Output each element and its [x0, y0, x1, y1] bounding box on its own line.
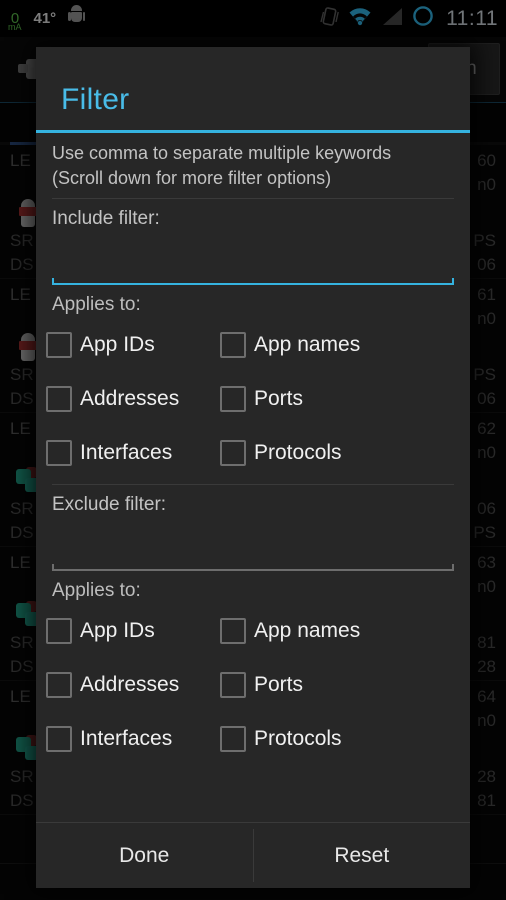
checkbox-label: App IDs [80, 619, 155, 642]
hint-line-2: (Scroll down for more filter options) [52, 168, 332, 188]
checkbox-label: Ports [254, 673, 304, 696]
checkbox-box[interactable] [46, 672, 72, 698]
hint-line-1: Use comma to separate multiple keywords [52, 143, 392, 163]
done-button[interactable]: Done [36, 823, 253, 888]
checkbox-box[interactable] [220, 386, 246, 412]
reset-button[interactable]: Reset [254, 823, 471, 888]
include-checkbox-addresses[interactable]: Addresses [46, 386, 220, 412]
filter-dialog: Filter Use comma to separate multiple ke… [36, 47, 470, 888]
exclude-applies-to-label: Applies to: [52, 580, 141, 601]
checkbox-box[interactable] [220, 440, 246, 466]
include-checkbox-ports[interactable]: Ports [220, 386, 303, 412]
checkbox-box[interactable] [220, 332, 246, 358]
exclude-filter-label: Exclude filter: [52, 494, 167, 515]
checkbox-label: Addresses [80, 673, 180, 696]
exclude-filter-underline [52, 564, 454, 574]
checkbox-row: Addresses Ports [46, 372, 460, 426]
checkbox-box[interactable] [46, 440, 72, 466]
checkbox-box[interactable] [220, 672, 246, 698]
dialog-title-bar: Filter [36, 47, 470, 130]
include-filter-input[interactable] [52, 230, 454, 282]
dialog-footer: Done Reset [36, 822, 470, 888]
checkbox-row: App IDs App names [46, 604, 460, 658]
checkbox-box[interactable] [46, 332, 72, 358]
exclude-checkbox-interfaces[interactable]: Interfaces [46, 726, 220, 752]
page-title: Filter [61, 83, 130, 116]
checkbox-label: Protocols [254, 441, 342, 464]
checkbox-label: App IDs [80, 333, 155, 356]
checkbox-label: App names [254, 619, 361, 642]
checkbox-box[interactable] [220, 618, 246, 644]
exclude-checkbox-ports[interactable]: Ports [220, 672, 303, 698]
include-applies-to-label: Applies to: [52, 294, 141, 315]
include-checkbox-app-ids[interactable]: App IDs [46, 332, 220, 358]
exclude-checkbox-app-ids[interactable]: App IDs [46, 618, 220, 644]
include-filter-field [36, 230, 470, 288]
include-filter-label: Include filter: [52, 208, 160, 229]
exclude-checkbox-app-names[interactable]: App names [220, 618, 360, 644]
checkbox-label: Interfaces [80, 727, 173, 750]
include-checkbox-grid: App IDs App names Addresses Ports Interf… [36, 318, 470, 484]
checkbox-box[interactable] [220, 726, 246, 752]
exclude-filter-input[interactable] [52, 516, 454, 568]
exclude-checkbox-grid: App IDs App names Addresses Ports Interf… [36, 604, 470, 770]
checkbox-row: App IDs App names [46, 318, 460, 372]
include-checkbox-protocols[interactable]: Protocols [220, 440, 342, 466]
checkbox-row: Addresses Ports [46, 658, 460, 712]
dialog-hint: Use comma to separate multiple keywords … [36, 133, 470, 198]
exclude-checkbox-addresses[interactable]: Addresses [46, 672, 220, 698]
checkbox-label: App names [254, 333, 361, 356]
include-checkbox-app-names[interactable]: App names [220, 332, 360, 358]
checkbox-box[interactable] [46, 726, 72, 752]
exclude-checkbox-protocols[interactable]: Protocols [220, 726, 342, 752]
checkbox-label: Addresses [80, 387, 180, 410]
checkbox-label: Protocols [254, 727, 342, 750]
checkbox-row: Interfaces Protocols [46, 712, 460, 766]
checkbox-label: Ports [254, 387, 304, 410]
checkbox-label: Interfaces [80, 441, 173, 464]
checkbox-row: Interfaces Protocols [46, 426, 460, 480]
exclude-filter-field [36, 516, 470, 574]
screen: 0 mA 41° 11:11 LE SR DS 60 n0 PS 06 LE S… [0, 0, 506, 900]
dialog-body: Use comma to separate multiple keywords … [36, 133, 470, 822]
checkbox-box[interactable] [46, 618, 72, 644]
include-filter-underline [52, 278, 454, 288]
checkbox-box[interactable] [46, 386, 72, 412]
include-checkbox-interfaces[interactable]: Interfaces [46, 440, 220, 466]
